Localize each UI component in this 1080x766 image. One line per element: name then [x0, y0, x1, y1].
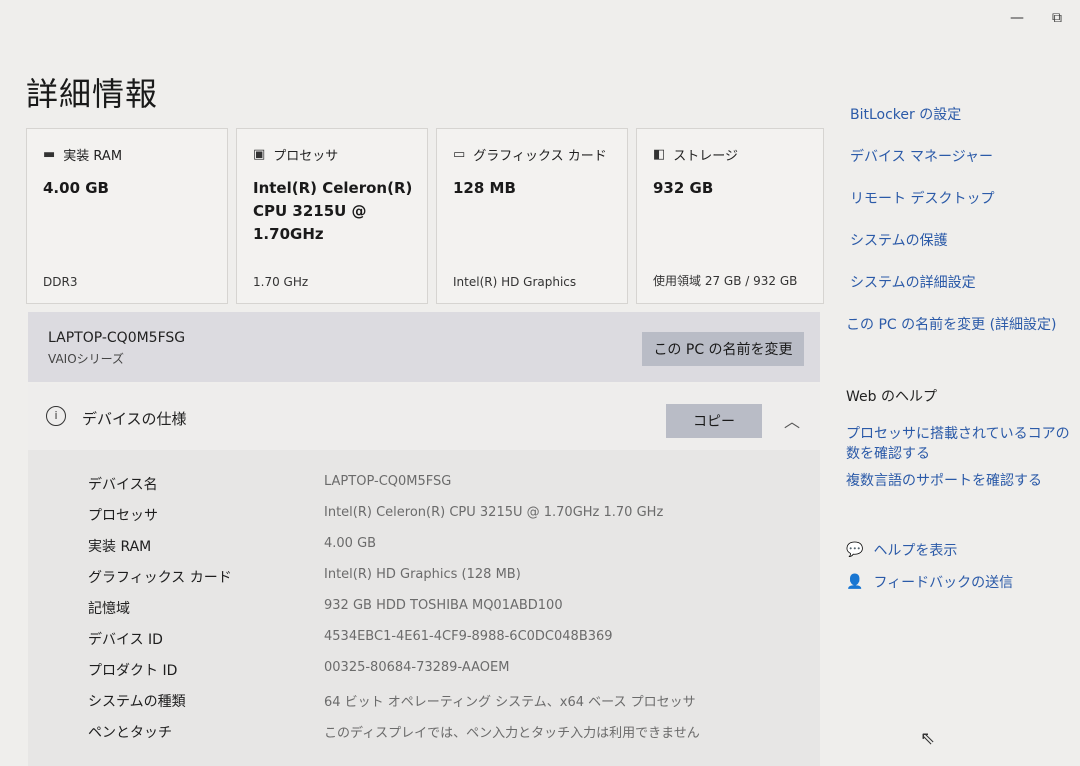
graphics-card-value: 128 MB: [453, 179, 516, 197]
spec-value: LAPTOP-CQ0M5FSG: [324, 474, 452, 489]
remote-desktop-link[interactable]: リモート デスクトップ: [850, 188, 994, 208]
ram-card: ▬ 実装 RAM 4.00 GB DDR3: [26, 128, 228, 304]
get-help-link[interactable]: 💬 ヘルプを表示: [846, 540, 957, 560]
graphics-card-label: グラフィックス カード: [473, 149, 607, 164]
spec-label: デバイス ID: [88, 632, 163, 648]
spec-value: このディスプレイでは、ペン入力とタッチ入力は利用できません: [324, 726, 700, 741]
spec-label: プロセッサ: [88, 508, 158, 524]
storage-card-label: ストレージ: [673, 149, 739, 164]
copy-button[interactable]: コピー: [666, 404, 762, 438]
spec-label: 実装 RAM: [88, 539, 152, 555]
info-icon: i: [46, 406, 66, 426]
spec-label: システムの種類: [88, 694, 186, 710]
processor-card-label: プロセッサ: [273, 149, 339, 164]
graphics-card-foot: Intel(R) HD Graphics: [453, 275, 577, 289]
device-manager-link[interactable]: デバイス マネージャー: [850, 146, 993, 166]
minimize-button[interactable]: —: [1010, 10, 1024, 26]
spec-value: 64 ビット オペレーティング システム、x64 ベース プロセッサ: [324, 695, 696, 710]
rename-pc-button[interactable]: この PC の名前を変更: [642, 332, 804, 366]
feedback-icon: 👤: [846, 574, 864, 590]
spec-value: 4.00 GB: [324, 536, 377, 551]
spec-label: グラフィックス カード: [88, 570, 232, 586]
mouse-cursor-icon: ⇖: [920, 728, 936, 749]
spec-value: 4534EBC1-4E61-4CF9-8988-6C0DC048B369: [324, 629, 613, 644]
spec-label: プロダクト ID: [88, 663, 178, 679]
ram-icon: ▬: [43, 147, 56, 162]
system-protection-link[interactable]: システムの保護: [850, 230, 948, 250]
chevron-up-icon[interactable]: ︿: [784, 408, 800, 432]
spec-value: Intel(R) HD Graphics (128 MB): [324, 567, 521, 582]
send-feedback-link[interactable]: 👤 フィードバックの送信: [846, 572, 1013, 592]
spec-label: デバイス名: [88, 477, 158, 493]
rename-pc-advanced-link[interactable]: この PC の名前を変更 (詳細設定): [846, 314, 1057, 334]
ram-card-value: 4.00 GB: [43, 179, 109, 197]
graphics-icon: ▭: [453, 147, 466, 162]
processor-card-value: Intel(R) Celeron(R) CPU 3215U @ 1.70GHz: [253, 179, 413, 243]
spec-value: 932 GB HDD TOSHIBA MQ01ABD100: [324, 598, 563, 613]
advanced-system-settings-link[interactable]: システムの詳細設定: [850, 272, 976, 292]
spec-label: ペンとタッチ: [88, 725, 172, 741]
page-title: 詳細情報: [26, 75, 159, 114]
device-specs-panel: i デバイスの仕様 コピー ︿ デバイス名 LAPTOP-CQ0M5FSG プロ…: [28, 384, 820, 766]
ram-card-label: 実装 RAM: [63, 149, 123, 164]
restore-button[interactable]: ⧉: [1052, 10, 1062, 26]
processor-icon: ▣: [253, 147, 266, 162]
processor-cores-link[interactable]: プロセッサに搭載されているコアの数を確認する: [846, 424, 1076, 464]
device-specs-header[interactable]: i デバイスの仕様 コピー ︿: [28, 384, 820, 450]
storage-card-value: 932 GB: [653, 179, 714, 197]
help-chat-icon: 💬: [846, 542, 864, 558]
ram-card-foot: DDR3: [43, 275, 78, 289]
bitlocker-settings-link[interactable]: BitLocker の設定: [850, 104, 961, 124]
language-support-link[interactable]: 複数言語のサポートを確認する: [846, 470, 1042, 490]
processor-card: ▣ プロセッサ Intel(R) Celeron(R) CPU 3215U @ 1…: [236, 128, 428, 304]
storage-icon: ◧: [653, 147, 666, 162]
spec-value: Intel(R) Celeron(R) CPU 3215U @ 1.70GHz …: [324, 505, 664, 520]
graphics-card: ▭ グラフィックス カード 128 MB Intel(R) HD Graphics: [436, 128, 628, 304]
processor-card-foot: 1.70 GHz: [253, 275, 309, 289]
device-specs-title: デバイスの仕様: [82, 410, 187, 428]
storage-card: ◧ ストレージ 932 GB 使用領域 27 GB / 932 GB: [636, 128, 824, 304]
pc-series: VAIOシリーズ: [48, 352, 125, 366]
storage-card-foot: 使用領域 27 GB / 932 GB: [653, 274, 798, 288]
pc-name-panel: LAPTOP-CQ0M5FSG VAIOシリーズ この PC の名前を変更: [28, 312, 820, 382]
pc-name: LAPTOP-CQ0M5FSG: [48, 330, 186, 346]
web-help-title: Web のヘルプ: [846, 389, 937, 405]
send-feedback-label: フィードバックの送信: [873, 575, 1014, 591]
spec-label: 記憶域: [88, 601, 130, 617]
spec-value: 00325-80684-73289-AAOEM: [324, 660, 510, 675]
get-help-label: ヘルプを表示: [873, 543, 958, 559]
